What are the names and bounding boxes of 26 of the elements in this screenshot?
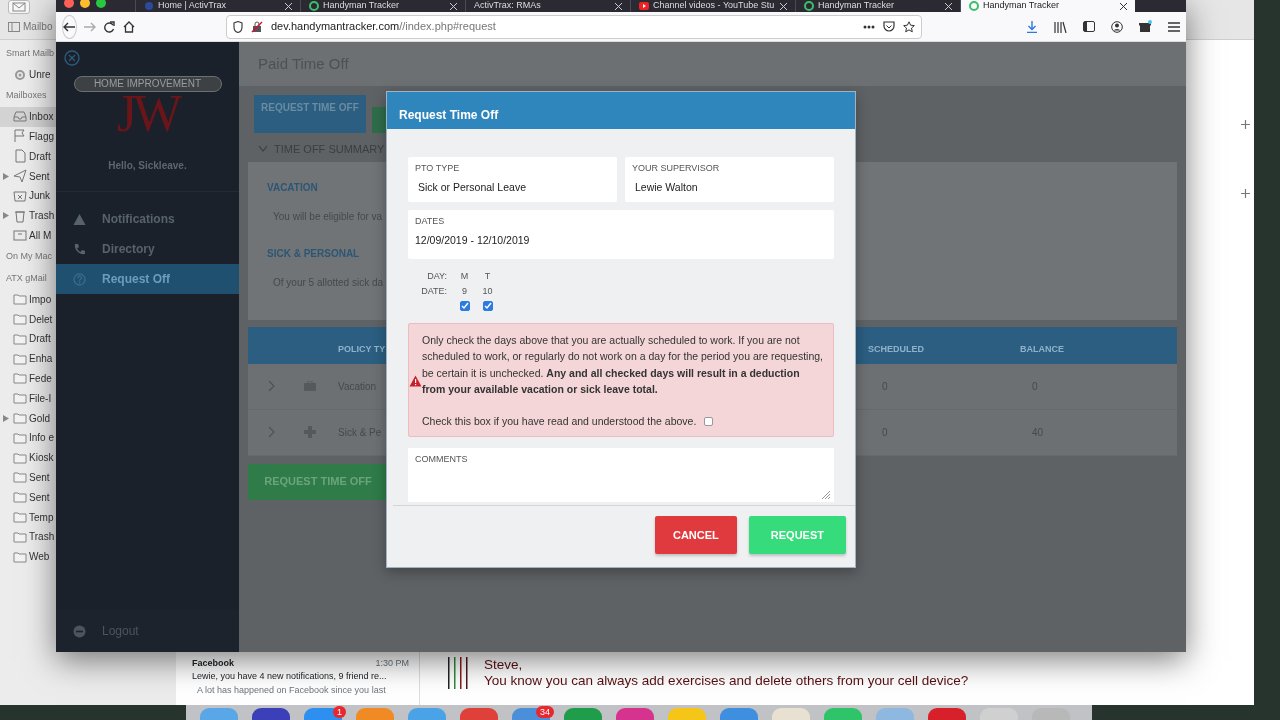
day-text: M [459,269,470,283]
column-header: BALANCE [1020,343,1064,357]
day-label: DAY: [426,269,448,283]
message-time: 1:30 PM [375,656,409,670]
message-preview: A lot has happened on Facebook since you last [196,683,387,697]
toolbar-label: Mailbo [23,20,53,34]
column-header: SCHEDULED [868,343,924,357]
warning-text: Only check the days above that you are actually scheduled to work. If you are not scheduled to work, or regularly do not work on a day for the period you are requesting, be certain it is unchecked. Any and all checked days will result in a deduction from your available vacation or sick leave total. [422,332,824,398]
date-text: 10 [481,285,494,298]
notification-badge: 34 [536,706,554,718]
logo-letters: JW [116,92,179,136]
modal-title: Request Time Off [387,92,855,129]
email-text: Steve, [484,657,524,673]
day-text: T [483,269,492,283]
section-heading: SICK & PERSONAL [267,246,360,261]
notification-badge: 1 [333,706,346,718]
url-text: dev.handymantracker.com//index.php#request [271,19,497,35]
email-text: You know you can always add exercises and delete others from your cell device? [484,673,969,689]
date-label: DATE: [420,285,448,298]
message-subject: Lewie, you have 4 new notifications, 9 friend re... [192,670,388,683]
sender-name: Facebook [192,656,234,670]
section-heading: VACATION [267,180,318,195]
logo-banner: HOME IMPROVEMENT [73,76,222,92]
confirm-label: Check this box if you have read and understood the above. [422,413,697,429]
date-text: 9 [461,285,468,298]
column-header: POLICY TY [338,343,386,357]
